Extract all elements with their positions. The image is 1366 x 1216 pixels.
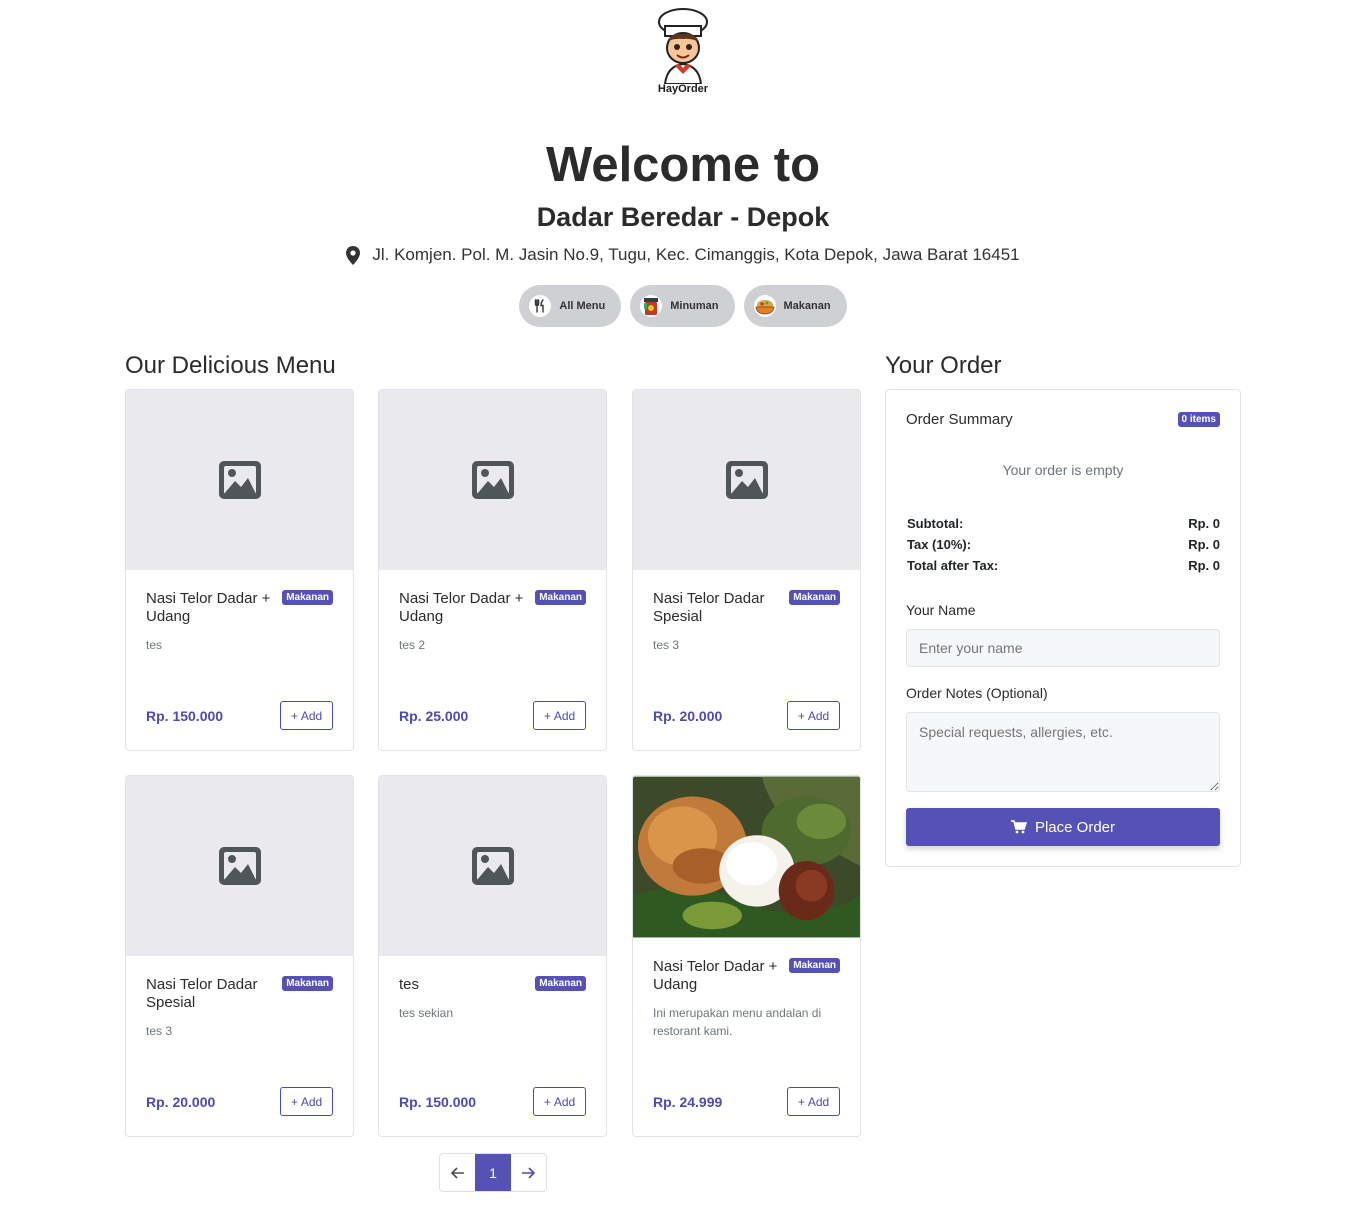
- address-text: Jl. Komjen. Pol. M. Jasin No.9, Tugu, Ke…: [372, 245, 1020, 264]
- tax-row: Tax (10%): Rp. 0: [907, 537, 1220, 552]
- category-filters: All Menu Minuman Makanan: [0, 285, 1366, 327]
- image-icon: [471, 847, 514, 885]
- notes-textarea[interactable]: [906, 712, 1220, 792]
- subtotal-value: Rp. 0: [1188, 516, 1220, 531]
- empty-order-message: Your order is empty: [1002, 462, 1124, 478]
- item-price: Rp. 150.000: [399, 1094, 477, 1110]
- item-description: tes: [146, 638, 163, 652]
- menu-card: Nasi Telor Dadar + Udang Makanan tes Rp.…: [125, 389, 354, 751]
- food-photo-image: [633, 776, 860, 938]
- item-description: tes 2: [399, 638, 426, 652]
- category-badge: Makanan: [282, 976, 333, 991]
- next-page-button[interactable]: [511, 1154, 546, 1191]
- item-name: Nasi Telor Dadar + Udang: [146, 590, 271, 625]
- item-description: tes 3: [653, 638, 680, 652]
- store-address: Jl. Komjen. Pol. M. Jasin No.9, Tugu, Ke…: [0, 245, 1366, 265]
- pagination: 1: [439, 1153, 547, 1192]
- menu-card: Nasi Telor Dadar + Udang Makanan tes 2 R…: [378, 389, 607, 751]
- arrow-right-icon: [522, 1166, 536, 1179]
- name-input[interactable]: [906, 629, 1220, 667]
- plus-icon: +: [290, 1094, 298, 1109]
- food-photo: [633, 776, 860, 938]
- add-to-order-button[interactable]: + Add: [533, 701, 586, 730]
- total-row: Total after Tax: Rp. 0: [907, 558, 1220, 573]
- welcome-heading: Welcome to: [545, 138, 821, 192]
- image-placeholder: [126, 390, 353, 570]
- plus-icon: +: [797, 708, 805, 723]
- item-price: Rp. 20.000: [146, 1094, 216, 1110]
- add-to-order-button[interactable]: + Add: [280, 1087, 333, 1116]
- item-description: Ini merupakan menu andalan di restorant …: [653, 1006, 822, 1038]
- prev-page-button[interactable]: [440, 1154, 475, 1191]
- tax-value: Rp. 0: [1188, 537, 1220, 552]
- plus-icon: +: [290, 708, 298, 723]
- plus-icon: +: [543, 708, 551, 723]
- image-placeholder: [379, 390, 606, 570]
- item-description: tes 3: [146, 1024, 173, 1038]
- category-badge: Makanan: [535, 976, 586, 991]
- add-to-order-button[interactable]: + Add: [280, 701, 333, 730]
- order-summary-heading: Order Summary: [906, 411, 1013, 428]
- order-title: Your Order: [885, 352, 1002, 379]
- item-price: Rp. 20.000: [653, 708, 723, 724]
- image-placeholder: [633, 390, 860, 570]
- menu-card: Nasi Telor Dadar + Udang Makanan Ini mer…: [632, 775, 861, 1137]
- chef-mascot-icon: [658, 8, 708, 85]
- item-price: Rp. 24.999: [653, 1094, 723, 1110]
- menu-card: Nasi Telor Dadar Spesial Makanan tes 3 R…: [632, 389, 861, 751]
- item-price: Rp. 150.000: [146, 708, 224, 724]
- filter-label: All Menu: [559, 300, 606, 312]
- image-icon: [218, 461, 261, 499]
- category-badge: Makanan: [789, 590, 840, 605]
- item-name: Nasi Telor Dadar Spesial: [146, 976, 258, 1011]
- plus-icon: +: [797, 1094, 805, 1109]
- add-to-order-button[interactable]: + Add: [533, 1087, 586, 1116]
- name-label: Your Name: [906, 602, 976, 618]
- subtotal-row: Subtotal: Rp. 0: [907, 516, 1220, 531]
- image-icon: [218, 847, 261, 885]
- add-to-order-button[interactable]: + Add: [787, 701, 840, 730]
- add-to-order-button[interactable]: + Add: [787, 1087, 840, 1116]
- utensils-icon: [529, 295, 552, 317]
- menu-card: tes Makanan tes sekian Rp. 150.000 + Add: [378, 775, 607, 1137]
- item-name: Nasi Telor Dadar Spesial: [653, 590, 765, 625]
- item-price: Rp. 25.000: [399, 708, 469, 724]
- drink-icon: [640, 295, 663, 317]
- menu-card: Nasi Telor Dadar Spesial Makanan tes 3 R…: [125, 775, 354, 1137]
- food-bowl-icon: [753, 295, 776, 317]
- page-number-button[interactable]: 1: [475, 1154, 511, 1191]
- image-icon: [471, 461, 514, 499]
- image-icon: [725, 461, 768, 499]
- item-name: Nasi Telor Dadar + Udang: [653, 958, 778, 993]
- brand-name: HayOrder: [657, 83, 709, 95]
- filter-all-menu[interactable]: All Menu: [519, 285, 622, 327]
- item-name: Nasi Telor Dadar + Udang: [399, 590, 524, 625]
- place-order-button[interactable]: Place Order: [906, 808, 1220, 846]
- location-pin-icon: [346, 245, 361, 265]
- menu-title: Our Delicious Menu: [125, 352, 336, 379]
- total-value: Rp. 0: [1188, 558, 1220, 573]
- image-placeholder: [126, 776, 353, 956]
- item-name: tes: [399, 976, 420, 993]
- cart-icon: [1010, 820, 1027, 834]
- image-placeholder: [379, 776, 606, 956]
- store-name: Dadar Beredar - Depok: [536, 202, 830, 232]
- filter-minuman[interactable]: Minuman: [630, 285, 735, 327]
- order-summary-panel: Order Summary 0 items Your order is empt…: [885, 389, 1241, 867]
- arrow-left-icon: [450, 1166, 464, 1179]
- item-count-badge: 0 items: [1177, 412, 1220, 427]
- filter-label: Makanan: [783, 300, 831, 312]
- filter-label: Minuman: [670, 300, 719, 312]
- plus-icon: +: [543, 1094, 551, 1109]
- category-badge: Makanan: [282, 590, 333, 605]
- notes-label: Order Notes (Optional): [906, 685, 1048, 701]
- item-description: tes sekian: [399, 1006, 454, 1020]
- category-badge: Makanan: [789, 958, 840, 973]
- brand-logo: HayOrder: [651, 8, 715, 100]
- category-badge: Makanan: [535, 590, 586, 605]
- filter-makanan[interactable]: Makanan: [743, 285, 847, 327]
